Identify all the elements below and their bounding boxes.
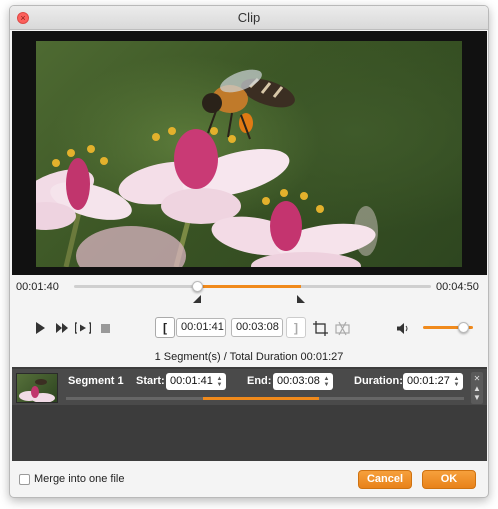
clip-window: Clip × 00:01:40 00:04:50 [00:01:41 00:0… (9, 5, 489, 498)
segment-summary: 1 Segment(s) / Total Duration 00:01:27 (154, 351, 344, 363)
split-button[interactable] (334, 320, 350, 336)
segment-duration-stepper[interactable]: ▲ ▼ (453, 375, 460, 388)
chevron-up-icon[interactable]: ▲ (473, 384, 481, 393)
playback-controls: [ 00:01:41 00:03:08 ] (10, 311, 488, 345)
segment-name: Segment 1 (68, 375, 124, 387)
timeline: 00:01:40 00:04:50 (10, 275, 488, 311)
segment-end-label: End: (247, 375, 272, 387)
segment-thumbnail (16, 373, 58, 403)
current-time: 00:01:40 (16, 281, 59, 293)
segment-timeline-range (203, 397, 320, 400)
video-frame[interactable] (36, 41, 462, 267)
set-start-button[interactable]: [ (155, 317, 175, 338)
segment-duration-value: 00:01:27 (407, 375, 450, 387)
chevron-down-icon[interactable]: ▼ (473, 393, 481, 402)
close-button[interactable]: × (17, 12, 29, 24)
fast-forward-icon (55, 323, 68, 333)
set-end-button[interactable]: ] (286, 317, 306, 338)
merge-label: Merge into one file (34, 473, 125, 485)
play-icon (36, 322, 45, 334)
volume-button[interactable] (395, 320, 411, 336)
total-time: 00:04:50 (436, 281, 479, 293)
segment-row[interactable]: Segment 1 Start: 00:01:41 ▲ ▼ End: 00:03:… (12, 369, 487, 405)
cancel-button[interactable]: Cancel (358, 470, 412, 489)
title-bar: Clip × (10, 6, 488, 30)
flower-center (118, 127, 290, 224)
range-start-marker[interactable] (193, 295, 202, 303)
segment-end-value: 00:03:08 (277, 375, 320, 387)
crop-button[interactable] (312, 320, 328, 336)
range-end-marker[interactable] (297, 295, 306, 303)
end-time-field[interactable]: 00:03:08 (231, 318, 283, 337)
stop-button[interactable] (97, 320, 113, 336)
window-title: Clip (237, 10, 261, 25)
close-icon[interactable]: ✕ (474, 374, 481, 383)
crop-icon (312, 320, 328, 336)
segment-end-stepper[interactable]: ▲ ▼ (323, 375, 330, 388)
merge-checkbox[interactable] (19, 474, 30, 485)
start-time-field[interactable]: 00:01:41 (176, 318, 226, 337)
fast-forward-button[interactable] (54, 320, 70, 336)
close-icon: × (20, 12, 26, 23)
segment-start-field[interactable]: 00:01:41 ▲ ▼ (166, 373, 226, 390)
video-preview-area (12, 31, 487, 275)
stop-icon (100, 323, 110, 333)
footer: Merge into one file Cancel OK (10, 461, 488, 497)
video-scene (36, 69, 378, 267)
timeline-selected-range (197, 285, 302, 288)
segment-duration-field[interactable]: 00:01:27 ▲ ▼ (403, 373, 463, 390)
segment-list: Segment 1 Start: 00:01:41 ▲ ▼ End: 00:03:… (12, 367, 487, 461)
segment-end-field[interactable]: 00:03:08 ▲ ▼ (273, 373, 333, 390)
volume-icon (397, 322, 408, 334)
segment-start-value: 00:01:41 (170, 375, 213, 387)
play-segment-icon (75, 322, 91, 334)
split-icon (334, 321, 350, 335)
segment-duration-label: Duration: (354, 375, 403, 387)
segment-start-stepper[interactable]: ▲ ▼ (216, 375, 223, 388)
timeline-playhead[interactable] (192, 281, 204, 292)
segment-start-label: Start: (136, 375, 165, 387)
thumbnail-image (19, 379, 55, 402)
play-segment-button[interactable] (73, 320, 93, 336)
volume-slider-handle[interactable] (458, 322, 470, 333)
play-button[interactable] (32, 320, 48, 336)
ok-button[interactable]: OK (422, 470, 476, 489)
segment-actions: ✕ ▲ ▼ (471, 372, 483, 404)
